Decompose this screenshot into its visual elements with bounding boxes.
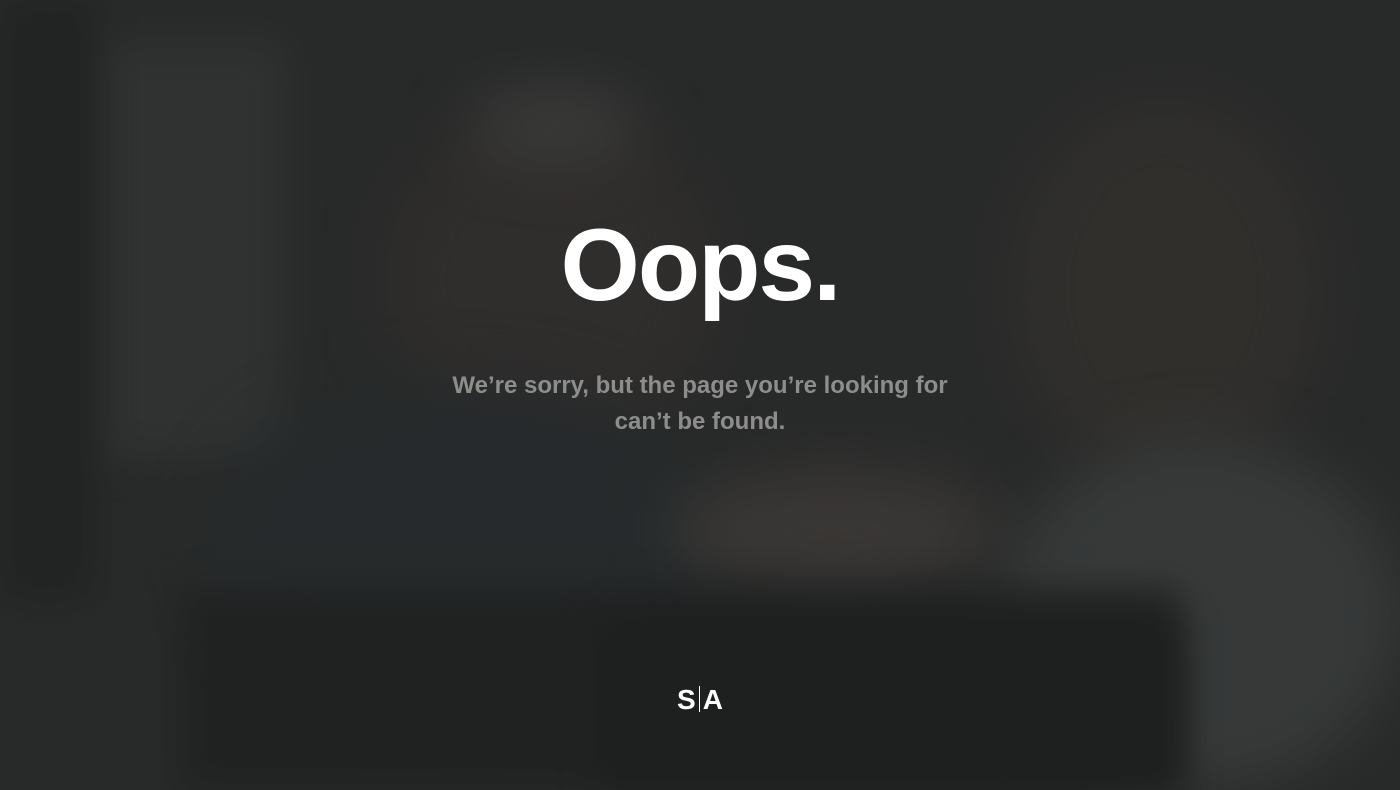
logo-divider <box>698 686 700 712</box>
logo-letter-s: S <box>677 684 696 715</box>
error-message: We’re sorry, but the page you’re looking… <box>452 372 948 435</box>
error-headline: Oops. <box>560 208 841 322</box>
error-content: Oops. We’re sorry, but the page you’re l… <box>0 0 1400 790</box>
error-page: Oops. We’re sorry, but the page you’re l… <box>0 0 1400 790</box>
sa-logo[interactable]: SA <box>0 683 1400 717</box>
logo-letter-a: A <box>702 684 723 715</box>
